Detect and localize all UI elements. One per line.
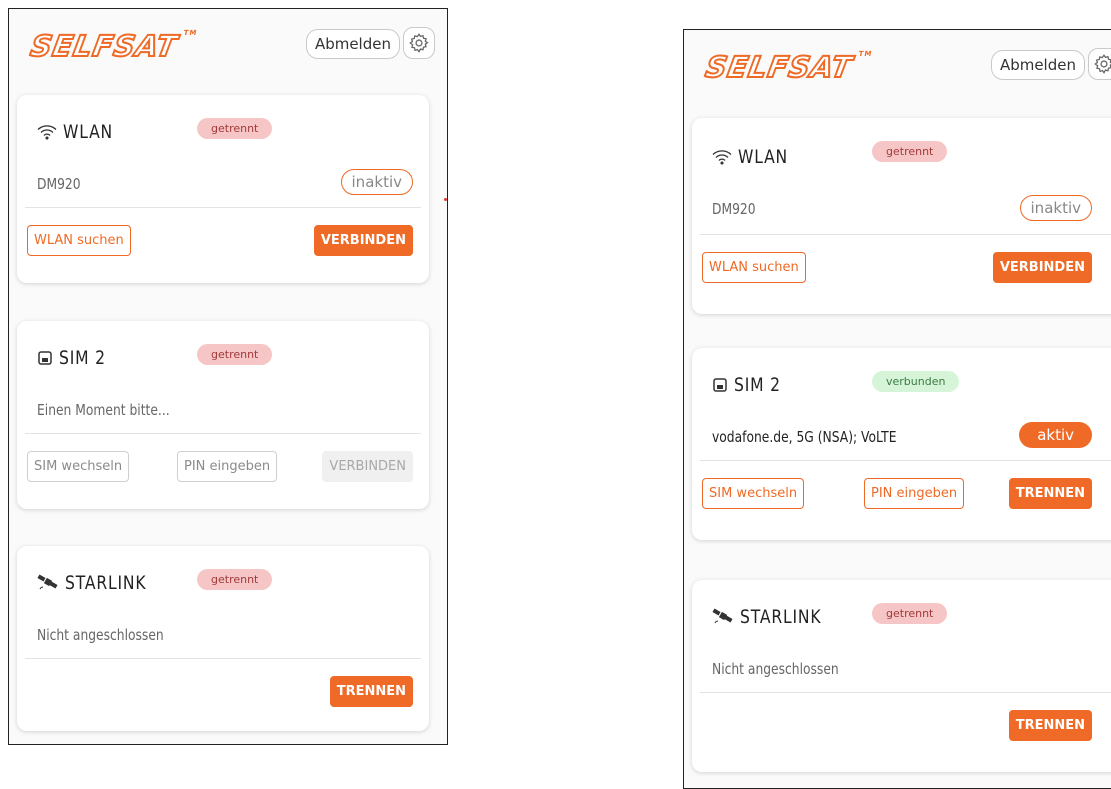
starlink-card: STARLINK getrennt Nicht angeschlossen TR… [692,580,1111,772]
sim-info: Einen Moment bitte... [37,401,170,419]
divider [25,658,421,659]
wlan-connect-button[interactable]: VERBINDEN [313,225,413,256]
starlink-disconnect-button[interactable]: TRENNEN [329,676,413,707]
sim-switch-button[interactable]: SIM wechseln [702,478,805,509]
sim-disconnect-button[interactable]: TRENNEN [1008,478,1092,509]
sim-header: SIM 2 [37,347,116,369]
wlan-state-pill: inaktiv [1019,195,1092,221]
wlan-header: WLAN [37,121,124,143]
starlink-header: STARLINK [712,606,839,628]
starlink-info: Nicht angeschlossen [712,660,839,678]
logout-button[interactable]: Abmelden [990,50,1085,80]
sim-state-pill: aktiv [1019,422,1092,448]
pin-enter-button[interactable]: PIN eingeben [177,451,278,482]
wifi-icon [712,149,732,165]
selfsat-logo: SELFSAT TM [702,49,874,85]
satellite-icon [712,608,734,626]
wlan-search-button[interactable]: WLAN suchen [702,252,806,283]
divider [700,460,1111,461]
wlan-status-badge: getrennt [197,118,273,139]
sim-status-badge: getrennt [197,344,273,365]
top-bar: SELFSAT TM Abmelden [9,9,447,89]
sim-card: SIM 2 getrennt Einen Moment bitte... SIM… [17,321,429,509]
settings-button[interactable] [403,27,435,59]
wlan-status-badge: getrennt [872,141,948,162]
wlan-network-name: DM920 [37,175,81,193]
sim-switch-button[interactable]: SIM wechseln [27,451,130,482]
wlan-network-name: DM920 [712,200,756,218]
starlink-status-badge: getrennt [197,569,273,590]
starlink-title: STARLINK [740,606,822,628]
wlan-title: WLAN [63,121,114,143]
sim-card-icon [37,350,53,366]
starlink-disconnect-button[interactable]: TRENNEN [1008,710,1092,741]
sim-title: SIM 2 [734,374,781,396]
starlink-title: STARLINK [65,572,147,594]
wlan-header: WLAN [712,146,799,168]
sim-card: SIM 2 verbunden vodafone.de, 5G (NSA); V… [692,348,1111,540]
divider [25,207,421,208]
starlink-status-badge: getrennt [872,603,948,624]
wlan-state-pill: inaktiv [340,169,413,195]
gear-icon [409,33,429,53]
sim-header: SIM 2 [712,374,791,396]
wlan-title: WLAN [738,146,789,168]
wlan-card: WLAN getrennt DM920 inaktiv WLAN suchen … [17,95,429,283]
divider [25,433,421,434]
left-screen: SELFSAT TM Abmelden WLAN getrennt DM920 i… [8,8,448,745]
pin-enter-button[interactable]: PIN eingeben [864,478,965,509]
divider [700,692,1111,693]
sim-status-badge: verbunden [872,371,960,392]
settings-button[interactable] [1088,48,1111,80]
gear-icon [1094,54,1111,74]
right-screen: SELFSAT TM Abmelden WLAN getrennt DM920 i… [683,29,1111,789]
satellite-icon [37,574,59,592]
starlink-header: STARLINK [37,572,164,594]
logout-button[interactable]: Abmelden [305,29,400,59]
sim-info: vodafone.de, 5G (NSA); VoLTE [712,428,897,446]
top-bar: SELFSAT TM Abmelden [684,30,1111,110]
starlink-info: Nicht angeschlossen [37,626,164,644]
wifi-icon [37,124,57,140]
starlink-card: STARLINK getrennt Nicht angeschlossen TR… [17,546,429,731]
wlan-connect-button[interactable]: VERBINDEN [992,252,1092,283]
marker-dot [444,198,447,201]
sim-connect-button[interactable]: VERBINDEN [322,451,413,482]
divider [700,234,1111,235]
sim-title: SIM 2 [59,347,106,369]
wlan-search-button[interactable]: WLAN suchen [27,225,131,256]
sim-card-icon [712,377,728,393]
wlan-card: WLAN getrennt DM920 inaktiv WLAN suchen … [692,118,1111,314]
selfsat-logo: SELFSAT TM [27,28,199,64]
